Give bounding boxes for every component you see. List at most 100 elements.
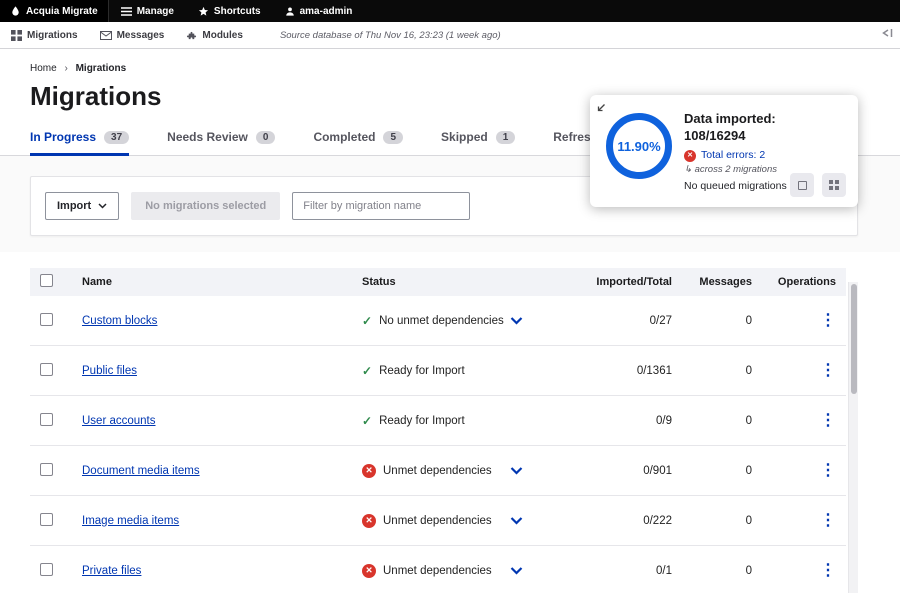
row-status-cell: ✕ Unmet dependencies	[362, 564, 562, 578]
tab-in-progress[interactable]: In Progress 37	[30, 130, 129, 155]
toolbar-item-migrations[interactable]: Migrations	[0, 30, 89, 41]
row-checkbox[interactable]	[40, 313, 53, 326]
chevron-down-icon	[98, 203, 107, 209]
row-operations-cell: ⋮	[752, 313, 846, 329]
chevron-down-icon[interactable]	[510, 465, 523, 477]
imported-total-cell: 0/1	[562, 565, 672, 577]
messages-cell: 0	[672, 415, 752, 427]
shortcuts-label: Shortcuts	[214, 6, 261, 17]
chevron-down-icon[interactable]	[510, 315, 523, 327]
row-name-cell: Image media items	[82, 515, 362, 527]
migration-name-link[interactable]: User accounts	[82, 415, 156, 427]
row-name-cell: Document media items	[82, 465, 362, 477]
total-errors-link[interactable]: Total errors: 2	[701, 149, 765, 163]
migration-name-link[interactable]: Private files	[82, 565, 141, 577]
operations-kebab-icon[interactable]: ⋮	[820, 562, 836, 579]
topbar-item-user[interactable]: ama-admin	[273, 0, 365, 22]
tab-skipped[interactable]: Skipped 1	[441, 130, 515, 155]
topbar-item-shortcuts[interactable]: Shortcuts	[186, 0, 273, 22]
status-icon: ✓	[362, 364, 372, 378]
row-operations-cell: ⋮	[752, 363, 846, 379]
status-icon: ✕	[362, 514, 376, 528]
secondary-toolbar: Migrations Messages Modules Source datab…	[0, 22, 900, 49]
row-checkbox-cell	[30, 513, 82, 529]
envelope-icon	[100, 31, 112, 40]
imported-total-cell: 0/27	[562, 315, 672, 327]
operations-kebab-icon[interactable]: ⋮	[820, 312, 836, 329]
grid-button[interactable]	[822, 173, 846, 197]
table-header-row: Name Status Imported/Total Messages Oper…	[30, 268, 846, 296]
column-header-operations: Operations	[752, 276, 846, 288]
status-label: No unmet dependencies	[379, 315, 504, 327]
tab-count-badge: 0	[256, 131, 276, 144]
source-database-note: Source database of Thu Nov 16, 23:23 (1 …	[280, 30, 501, 41]
column-header-status: Status	[362, 276, 562, 288]
row-checkbox[interactable]	[40, 363, 53, 376]
column-header-imported: Imported/Total	[562, 276, 672, 288]
errors-scope-text: across 2 migrations	[695, 164, 777, 175]
migration-name-link[interactable]: Public files	[82, 365, 137, 377]
migrations-table-body: Custom blocks ✓ No unmet dependencies 0/…	[30, 296, 846, 593]
operations-kebab-icon[interactable]: ⋮	[820, 412, 836, 429]
table-row: Custom blocks ✓ No unmet dependencies 0/…	[30, 296, 846, 346]
grid-icon	[11, 30, 22, 41]
table-scrollbar[interactable]	[848, 282, 858, 593]
stop-button[interactable]	[790, 173, 814, 197]
operations-kebab-icon[interactable]: ⋮	[820, 362, 836, 379]
messages-cell: 0	[672, 515, 752, 527]
resize-arrow-icon[interactable]	[596, 100, 606, 118]
selection-count-button: No migrations selected	[131, 192, 280, 220]
row-checkbox-cell	[30, 563, 82, 579]
chevron-down-icon[interactable]	[510, 565, 523, 577]
operations-kebab-icon[interactable]: ⋮	[820, 512, 836, 529]
acquia-migrate-brand[interactable]: Acquia Migrate	[0, 0, 109, 22]
row-checkbox[interactable]	[40, 463, 53, 476]
total-errors-row: ✕ Total errors: 2	[684, 149, 787, 163]
progress-donut: 11.90%	[606, 113, 672, 179]
status-icon: ✕	[362, 464, 376, 478]
data-imported-title: Data imported:	[684, 111, 787, 128]
select-all-checkbox[interactable]	[40, 274, 53, 287]
tab-count-badge: 37	[104, 131, 129, 144]
operations-kebab-icon[interactable]: ⋮	[820, 462, 836, 479]
imported-total-cell: 0/1361	[562, 365, 672, 377]
imported-total-cell: 0/901	[562, 465, 672, 477]
brand-label: Acquia Migrate	[26, 6, 98, 17]
row-checkbox[interactable]	[40, 413, 53, 426]
row-checkbox[interactable]	[40, 563, 53, 576]
acquia-droplet-icon	[10, 5, 21, 17]
topbar-item-manage[interactable]: Manage	[109, 0, 186, 22]
row-checkbox-cell	[30, 363, 82, 379]
toolbar-item-modules[interactable]: Modules	[175, 30, 254, 41]
data-imported-fraction: 108/16294	[684, 128, 787, 145]
row-name-cell: User accounts	[82, 415, 362, 427]
tab-label: Skipped	[441, 130, 488, 144]
row-status-cell: ✕ Unmet dependencies	[362, 464, 562, 478]
table-row: User accounts ✓ Ready for Import 0/9 0 ⋮	[30, 396, 846, 446]
tab-label: Completed	[313, 130, 375, 144]
username-label: ama-admin	[300, 6, 353, 17]
grid-icon	[829, 180, 839, 190]
row-checkbox[interactable]	[40, 513, 53, 526]
migration-filter-input[interactable]	[292, 192, 470, 220]
row-status-cell: ✓ Ready for Import	[362, 414, 562, 428]
breadcrumb-home-link[interactable]: Home	[30, 63, 57, 74]
import-dropdown-button[interactable]: Import	[45, 192, 119, 220]
tab-needs-review[interactable]: Needs Review 0	[167, 130, 275, 155]
messages-cell: 0	[672, 565, 752, 577]
scrollbar-thumb[interactable]	[851, 284, 857, 394]
migration-name-link[interactable]: Document media items	[82, 465, 200, 477]
select-all-cell	[30, 274, 82, 290]
migration-name-link[interactable]: Image media items	[82, 515, 179, 527]
branch-arrow-icon: ↳	[684, 164, 695, 175]
migration-name-link[interactable]: Custom blocks	[82, 315, 157, 327]
row-operations-cell: ⋮	[752, 513, 846, 529]
tab-completed[interactable]: Completed 5	[313, 130, 403, 155]
chevron-down-icon[interactable]	[510, 515, 523, 527]
import-button-label: Import	[57, 200, 91, 212]
breadcrumb-separator: ›	[64, 63, 67, 74]
status-label: Ready for Import	[379, 365, 465, 377]
toolbar-collapse-icon[interactable]	[881, 28, 893, 41]
progress-card-actions	[790, 173, 846, 197]
toolbar-item-messages[interactable]: Messages	[89, 30, 176, 41]
